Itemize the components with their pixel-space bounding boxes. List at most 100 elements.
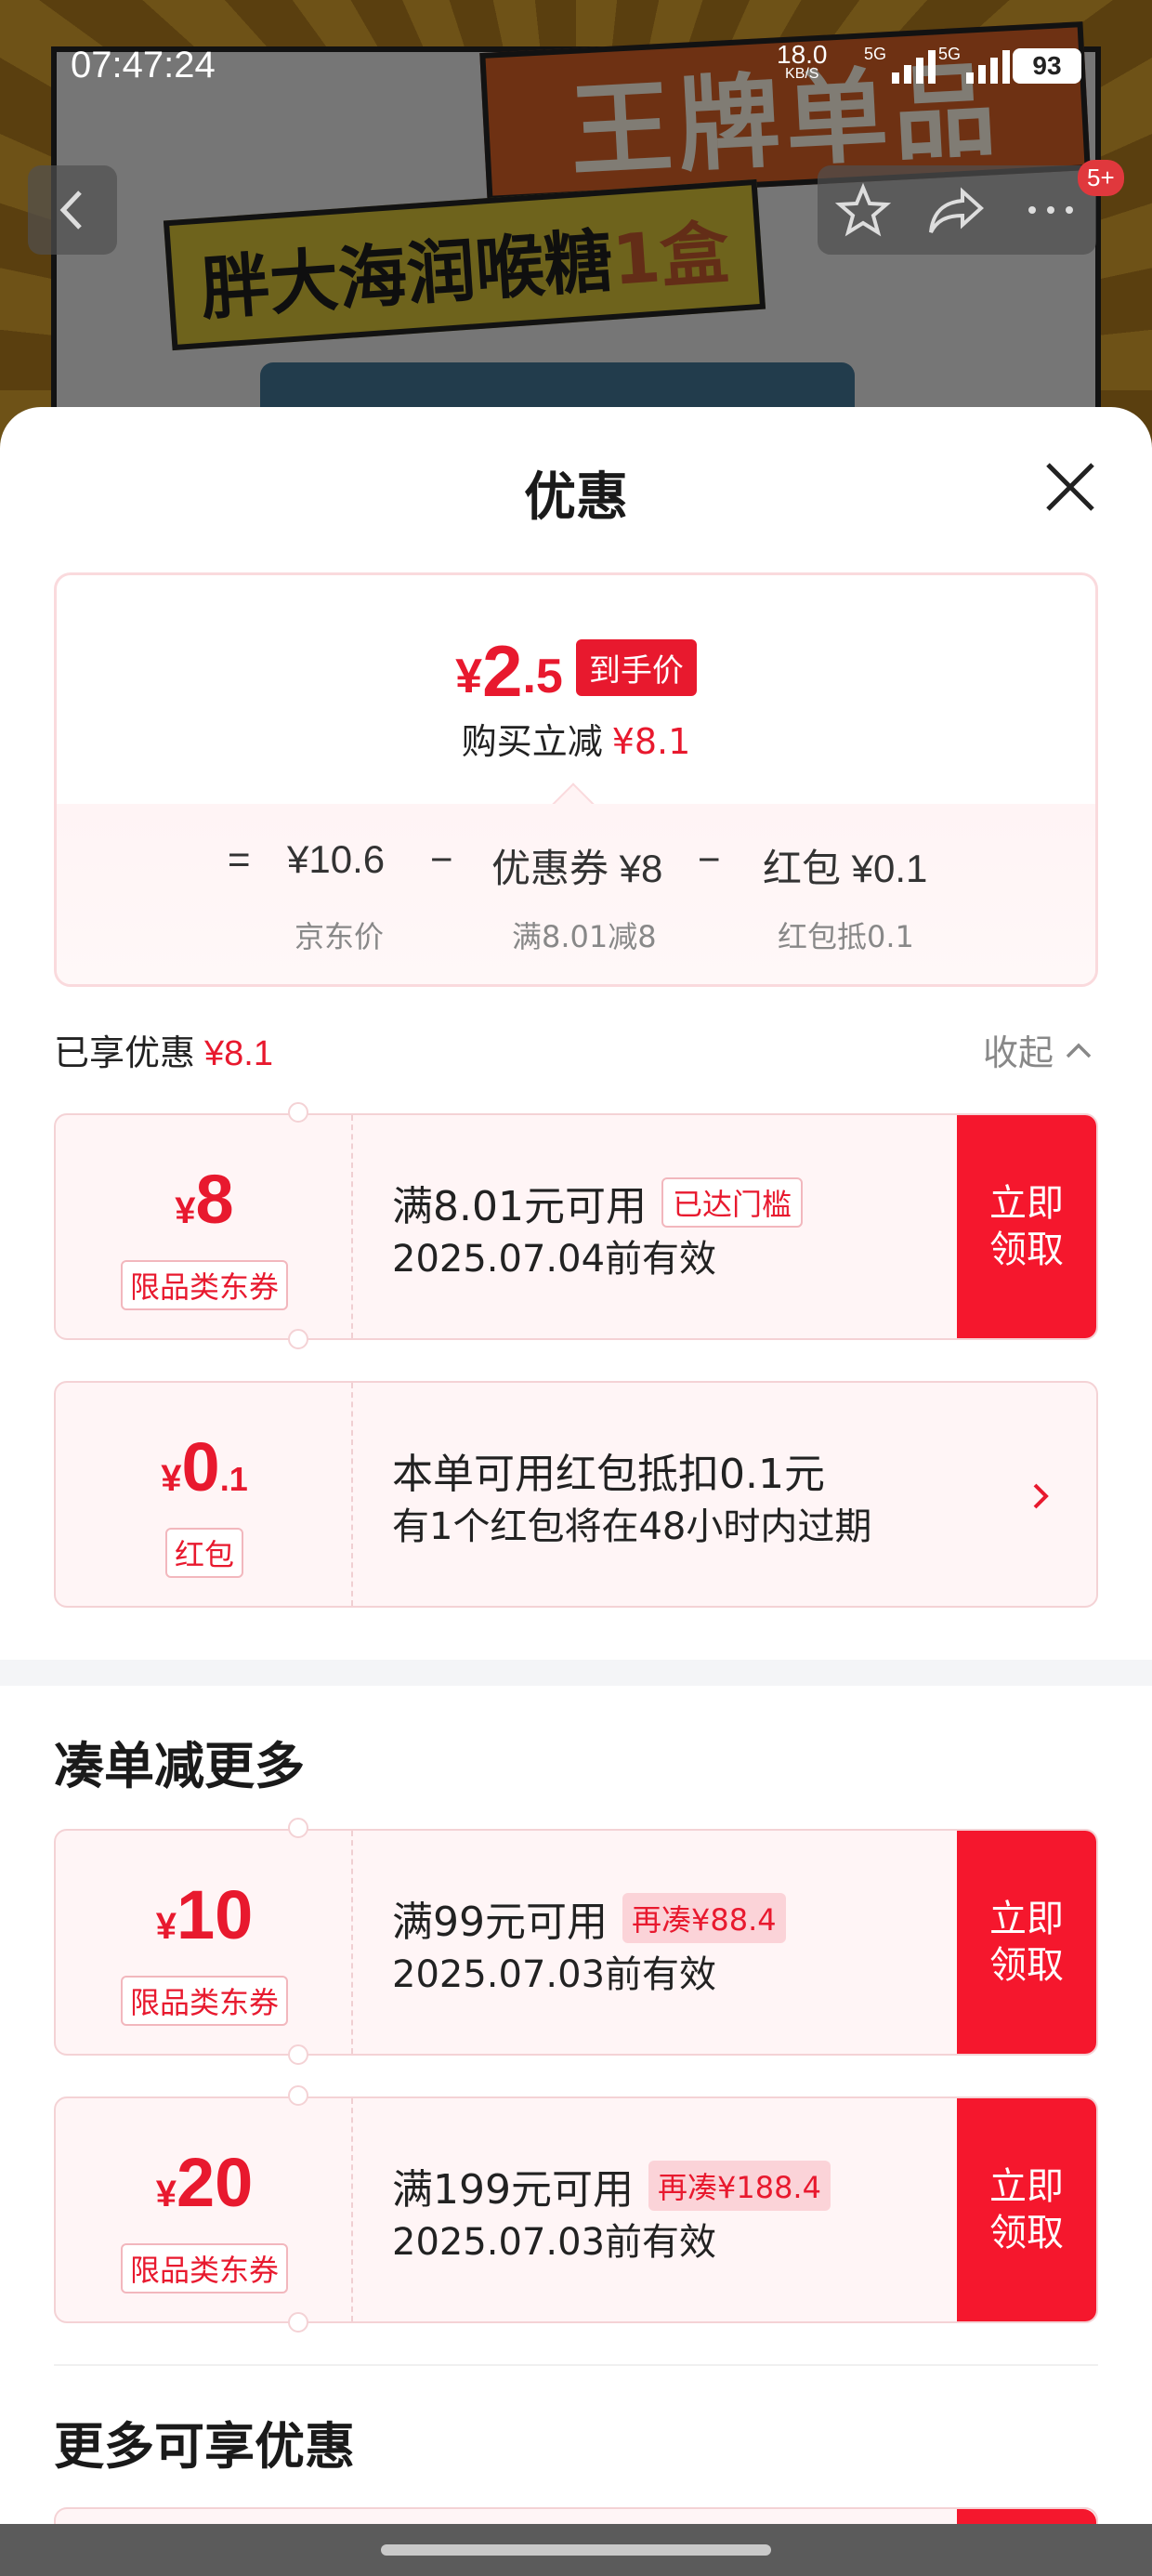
coupon-notch — [288, 1329, 308, 1349]
redpacket-deduction: 红包 ¥0.1 — [763, 847, 928, 890]
coupon-type-label: 限品类东券 — [120, 2243, 288, 2293]
final-price: ¥ 2 .5 — [455, 633, 563, 709]
remaining-amount-badge: 再凑¥188.4 — [648, 2161, 831, 2211]
coupon-notch — [288, 1102, 308, 1123]
more-icon[interactable] — [1023, 201, 1079, 219]
claim-button-label: 立即领取 — [989, 2165, 1064, 2254]
jd-price: ¥10.6 — [287, 837, 386, 881]
instant-discount: 购买立减 ¥8.1 — [57, 713, 1095, 764]
coupon-deduction-label: 满8.01减8 — [512, 919, 657, 954]
redpacket-type: 红包 — [56, 1528, 353, 1578]
enjoyed-discount-amount: ¥8.1 — [204, 1034, 273, 1073]
network-speed: 18.0 KB/S — [777, 42, 828, 82]
coupon-currency: ¥ — [155, 2174, 177, 2215]
coupon-notch — [288, 2085, 308, 2106]
battery-icon: 93 — [1013, 48, 1081, 84]
coupon-deduction: 优惠券 ¥8 — [491, 847, 663, 890]
sim1-label: 5G — [864, 45, 887, 63]
coupon-condition-text: 满99元可用 — [392, 1899, 608, 1946]
coupon-type: 限品类东券 — [56, 1976, 353, 2026]
clock: 07:47:24 — [71, 45, 216, 85]
coupon-amount: ¥20 — [56, 2143, 353, 2222]
discount-sheet: 优惠 ¥ 2 .5 到手价 购买立减 ¥8.1 = ¥10.6 − 优惠券 ¥8 … — [0, 407, 1152, 2576]
network-speed-unit: KB/S — [785, 66, 819, 82]
coupon-condition: 满8.01元可用 已达门槛 — [392, 1173, 803, 1232]
coupon-amount-value: 10 — [176, 1876, 254, 1953]
coupon-condition: 满199元可用 再凑¥188.4 — [392, 2156, 831, 2215]
sim2-label: 5G — [938, 45, 962, 63]
close-icon[interactable] — [1042, 459, 1098, 515]
redpacket-amount: ¥0.1 — [56, 1427, 353, 1506]
coupon-condition-text: 满8.01元可用 — [392, 1183, 647, 1230]
currency-symbol: ¥ — [455, 650, 483, 703]
add-on-section-title: 凑单减更多 — [54, 1737, 305, 1795]
coupon-type: 限品类东券 — [56, 1260, 353, 1310]
chevron-up-icon — [1066, 1043, 1092, 1058]
minus-sign-2: − — [698, 837, 721, 881]
coupon-expiry: 2025.07.04前有效 — [392, 1238, 717, 1281]
final-price-row: ¥ 2 .5 到手价 — [57, 633, 1095, 709]
claim-button-label: 立即领取 — [989, 1182, 1064, 1271]
home-indicator[interactable] — [381, 2544, 771, 2556]
coupon-notch — [288, 1818, 308, 1838]
signal-icon: 5G — [864, 45, 936, 84]
coupon-notch — [288, 2044, 308, 2065]
coupon-expiry: 2025.07.03前有效 — [392, 1953, 717, 1996]
price-summary-card: ¥ 2 .5 到手价 购买立减 ¥8.1 = ¥10.6 − 优惠券 ¥8 − 红… — [54, 572, 1098, 987]
coupon-type: 限品类东券 — [56, 2243, 353, 2293]
message-badge: 5+ — [1078, 160, 1124, 196]
coupon-condition-text: 满199元可用 — [392, 2166, 634, 2214]
redpacket-deduction-text: 本单可用红包抵扣0.1元 — [392, 1451, 825, 1498]
jd-price-label: 京东价 — [295, 919, 385, 954]
share-icon[interactable] — [927, 182, 987, 238]
coupon-amount-value: 8 — [195, 1161, 234, 1238]
redpacket-amount-decimal: .1 — [219, 1460, 248, 1498]
status-bar: 07:47:24 18.0 KB/S 5G 5G 93 — [0, 39, 1152, 95]
star-icon[interactable] — [835, 182, 892, 238]
addon-coupon-card: ¥10 限品类东券 满99元可用 再凑¥88.4 2025.07.03前有效 立即… — [54, 1829, 1098, 2056]
redpacket-currency: ¥ — [161, 1458, 182, 1499]
coupon-amount-value: 20 — [176, 2144, 254, 2221]
chevron-right-icon — [1033, 1483, 1049, 1509]
redpacket-type-label: 红包 — [164, 1528, 243, 1578]
section-divider-thin — [54, 2364, 1098, 2366]
enjoyed-discount-label: 已享优惠 — [54, 1032, 196, 1073]
collapse-toggle[interactable]: 收起 — [983, 1024, 1093, 1075]
enjoyed-discount: 已享优惠 ¥8.1 — [54, 1024, 273, 1075]
threshold-met-badge: 已达门槛 — [661, 1177, 803, 1228]
claim-button[interactable]: 立即领取 — [957, 1115, 1096, 1338]
collapse-label: 收起 — [983, 1032, 1054, 1073]
redpacket-deduction-label: 红包抵0.1 — [778, 919, 914, 954]
section-divider — [0, 1660, 1152, 1686]
coupon-currency: ¥ — [155, 1906, 177, 1947]
claim-button[interactable]: 立即领取 — [957, 1831, 1096, 2054]
redpacket-expiry-note: 有1个红包将在48小时内过期 — [392, 1505, 872, 1548]
remaining-amount-badge: 再凑¥88.4 — [622, 1893, 786, 1943]
sheet-title: 优惠 — [524, 467, 628, 528]
coupon-type-label: 限品类东券 — [120, 1976, 288, 2026]
redpacket-card[interactable]: ¥0.1 红包 本单可用红包抵扣0.1元 有1个红包将在48小时内过期 — [54, 1381, 1098, 1608]
coupon-card: ¥8 限品类东券 满8.01元可用 已达门槛 2025.07.04前有效 立即领取 — [54, 1113, 1098, 1340]
signal-icon-2: 5G — [938, 45, 1010, 84]
equals-sign: = — [228, 837, 251, 881]
final-price-tag: 到手价 — [575, 639, 697, 696]
coupon-amount: ¥10 — [56, 1875, 353, 1954]
back-button[interactable] — [28, 165, 117, 255]
instant-discount-amount: ¥8.1 — [611, 721, 691, 762]
price-decimal: .5 — [522, 650, 563, 703]
coupon-expiry: 2025.07.03前有效 — [392, 2221, 717, 2264]
claim-button[interactable]: 立即领取 — [957, 2098, 1096, 2321]
instant-discount-label: 购买立减 — [461, 721, 603, 762]
minus-sign: − — [430, 837, 453, 881]
price-breakdown: = ¥10.6 − 优惠券 ¥8 − 红包 ¥0.1 京东价 满8.01减8 红… — [57, 804, 1095, 984]
coupon-type-label: 限品类东券 — [120, 1260, 288, 1310]
claim-button-label: 立即领取 — [989, 1898, 1064, 1987]
chevron-left-icon — [59, 191, 82, 230]
price-integer: 2 — [482, 630, 523, 712]
coupon-notch — [288, 2312, 308, 2333]
redpacket-amount-value: 0 — [181, 1428, 220, 1505]
coupon-amount: ¥8 — [56, 1160, 353, 1239]
header-actions — [818, 165, 1096, 255]
more-offers-section-title: 更多可享优惠 — [54, 2417, 355, 2476]
coupon-condition: 满99元可用 再凑¥88.4 — [392, 1888, 786, 1948]
